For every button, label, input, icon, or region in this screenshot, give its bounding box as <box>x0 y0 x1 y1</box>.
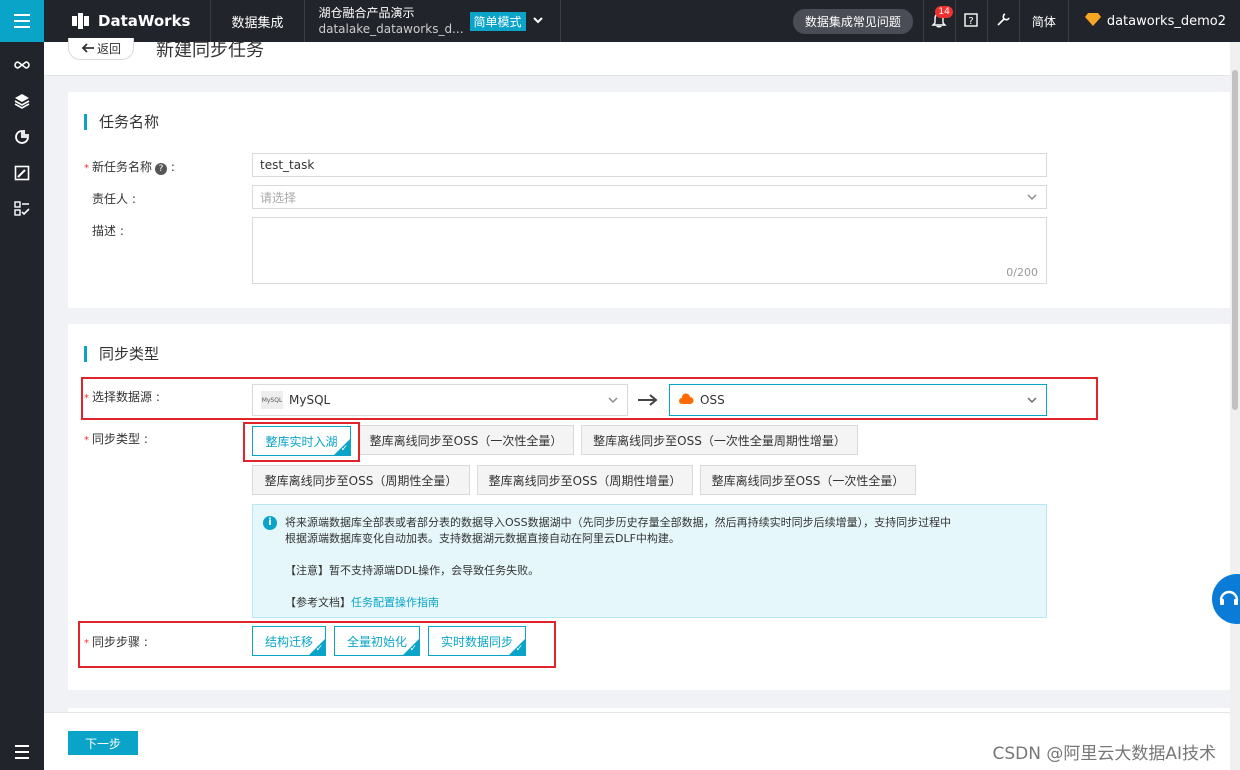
sync-type-option-5[interactable]: 整库离线同步至OSS（一次性全量） <box>700 465 916 495</box>
sidebar-item-tasks[interactable] <box>0 192 44 228</box>
mode-badge: 简单模式 <box>469 11 526 31</box>
info-note: 【注意】暂不支持源端DDL操作，会导致任务失败。 <box>285 564 540 577</box>
owner-select[interactable]: 请选择 <box>252 185 1047 209</box>
char-counter: 0/200 <box>1006 266 1038 279</box>
sync-type-option-3[interactable]: 整库离线同步至OSS（周期性全量） <box>252 465 470 495</box>
sync-type-label: * 同步类型 : <box>84 432 148 446</box>
brand-name: DataWorks <box>98 12 191 30</box>
help-icon: ? <box>964 12 979 30</box>
settings-button[interactable] <box>986 0 1019 42</box>
workspace-selector[interactable]: 湖仓融合产品演示 datalake_dataworks_d... 简单模式 <box>305 0 561 42</box>
task-name-input[interactable]: test_task <box>252 153 1047 177</box>
next-button[interactable]: 下一步 <box>68 731 138 755</box>
edit-box-icon <box>14 165 30 184</box>
sync-type-option-4[interactable]: 整库离线同步至OSS（周期性增量） <box>477 465 693 495</box>
description-label: 描述 : <box>92 224 124 238</box>
menu-icon[interactable] <box>0 0 44 42</box>
footer: 下一步 CSDN @阿里云大数据AI技术 <box>44 712 1230 770</box>
section-title-sync-type: 同步类型 <box>84 346 159 362</box>
faq-button[interactable]: 数据集成常见问题 <box>792 8 913 34</box>
language-switch[interactable]: 简体 <box>1018 0 1069 42</box>
headset-icon <box>1218 587 1240 612</box>
wrench-icon <box>995 12 1011 31</box>
workspace-name: 湖仓融合产品演示 <box>318 6 415 20</box>
checklist-icon <box>14 200 30 220</box>
info-line-2: 根据源端数据库变化自动加表。支持数据湖元数据直接自动在阿里云DLF中构建。 <box>285 532 680 545</box>
question-icon[interactable]: ? <box>155 163 168 175</box>
owner-label: 责任人 : <box>92 192 136 206</box>
chevron-down-icon <box>532 14 544 29</box>
info-reference: 【参考文档】任务配置操作指南 <box>285 596 439 609</box>
info-line-1: 将来源端数据库全部表或者部分表的数据导入OSS数据湖中（先同步历史存量全部数据，… <box>285 516 952 529</box>
sync-type-option-2[interactable]: 整库离线同步至OSS（一次性全量周期性增量） <box>581 425 858 455</box>
notification-count: 14 <box>935 6 953 18</box>
dataworks-logo-icon <box>72 13 90 29</box>
highlight-datasource <box>81 377 1098 420</box>
task-name-label: * 新任务名称? : <box>84 160 175 175</box>
page-header: 返回 新建同步任务 <box>44 38 1240 76</box>
section-title-task-name: 任务名称 <box>84 114 159 130</box>
layers-icon <box>14 93 30 112</box>
help-button[interactable]: ? <box>954 0 987 42</box>
sidebar-item-layers[interactable] <box>0 84 44 120</box>
collapse-menu-icon[interactable] <box>0 740 44 764</box>
back-button[interactable]: 返回 <box>68 38 135 60</box>
guide-link[interactable]: 任务配置操作指南 <box>351 596 439 609</box>
description-textarea[interactable]: 0/200 <box>252 217 1047 284</box>
back-label: 返回 <box>97 42 122 56</box>
arrow-left-icon <box>81 42 95 56</box>
infinity-icon <box>14 57 30 76</box>
sidebar-item-chart[interactable] <box>0 120 44 156</box>
svg-text:?: ? <box>969 16 974 27</box>
sync-type-option-1[interactable]: 整库离线同步至OSS（一次性全量） <box>358 425 574 455</box>
sidebar-item-edit[interactable] <box>0 156 44 192</box>
highlight-sync-type <box>243 422 360 462</box>
page-title: 新建同步任务 <box>156 40 264 61</box>
user-menu[interactable]: dataworks_demo2 <box>1069 12 1240 30</box>
info-icon: i <box>263 516 277 530</box>
workspace-id: datalake_dataworks_d... <box>318 22 464 36</box>
sidebar <box>0 42 44 770</box>
notification-button[interactable]: 14 <box>922 0 955 42</box>
info-box: i 将来源端数据库全部表或者部分表的数据导入OSS数据湖中（先同步历史存量全部数… <box>252 504 1047 618</box>
sidebar-item-link[interactable] <box>0 48 44 84</box>
chevron-down-icon <box>1026 191 1038 203</box>
pie-chart-icon <box>14 129 30 148</box>
user-name: dataworks_demo2 <box>1106 13 1226 29</box>
watermark: CSDN @阿里云大数据AI技术 <box>992 744 1216 764</box>
highlight-sync-steps <box>78 621 556 668</box>
scrollbar[interactable] <box>1230 42 1240 770</box>
task-name-card: 任务名称 * 新任务名称? : test_task 责任人 : 请选择 描述 : … <box>68 92 1230 308</box>
diamond-icon <box>1084 12 1101 30</box>
scrollbar-thumb[interactable] <box>1232 70 1238 410</box>
